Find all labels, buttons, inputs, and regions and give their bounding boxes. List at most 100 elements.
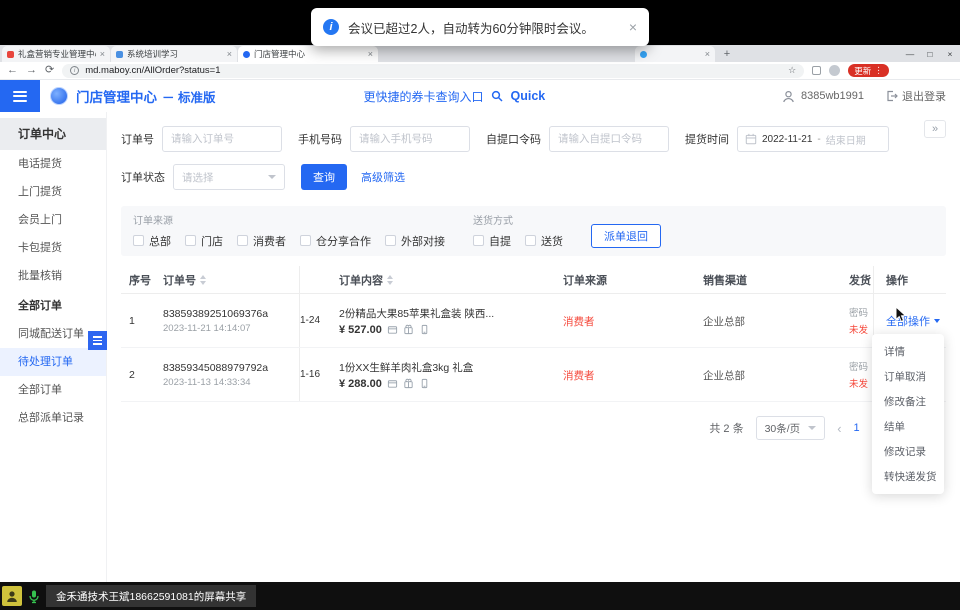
address-bar[interactable]: i md.maboy.cn/AllOrder?status=1 ☆ (62, 64, 804, 78)
minimize-icon[interactable]: — (900, 49, 920, 59)
advanced-filter-link[interactable]: 高级筛选 (361, 169, 405, 185)
browser-tab[interactable]: 系统培训学习 × (111, 46, 237, 62)
order-time: 2023-11-21 14:14:07 (163, 323, 299, 334)
order-status-select[interactable]: 请选择 (173, 164, 285, 190)
browser-tab[interactable]: 礼盒营销专业管理中心 × (2, 46, 110, 62)
calendar-icon (745, 133, 757, 145)
profile-avatar[interactable] (829, 65, 840, 76)
site-info-icon[interactable]: i (70, 66, 79, 75)
sort-icon[interactable] (200, 275, 206, 285)
extensions-icon[interactable] (812, 66, 821, 75)
sales-channel-cell: 企业总部 (703, 366, 849, 384)
pickup-code-input[interactable] (549, 126, 669, 152)
consumer-tag: 消费者 (563, 316, 595, 328)
pickup-date-range[interactable]: 2022-11-21 - 结束日期 (737, 126, 889, 152)
tab-title: 门店管理中心 (254, 48, 364, 60)
order-no-input[interactable] (162, 126, 282, 152)
pickup-time-label: 提货时间 (685, 131, 729, 147)
checkbox-self-pickup[interactable]: 自提 (473, 233, 511, 249)
order-no-cell: 83859389251069376a 2023-11-21 14:14:07 (163, 308, 299, 334)
tab-close-icon[interactable]: × (368, 49, 373, 59)
tab-title: 礼盒营销专业管理中心 (18, 48, 96, 60)
sidebar-item-hq-dispatch-records[interactable]: 总部派单记录 (0, 404, 106, 432)
hamburger-menu-button[interactable] (0, 80, 40, 112)
username: 8385wb1991 (801, 90, 864, 102)
logout-button[interactable]: 退出登录 (886, 88, 946, 104)
browser-tab-active[interactable]: 门店管理中心 × (238, 46, 378, 62)
sidebar-item-batch-verify[interactable]: 批量核销 (0, 262, 106, 290)
dispatch-return-button[interactable]: 派单退回 (591, 224, 661, 248)
prev-page-button[interactable]: ‹ (837, 421, 841, 436)
quick-link[interactable]: Quick (511, 89, 546, 103)
sharer-avatar (2, 586, 22, 606)
order-content-cell: 2份精品大果85苹果礼盒装 陕西... ¥ 527.00 (339, 306, 563, 336)
sidebar-collapse-handle[interactable] (88, 331, 107, 350)
menu-item-edit-remark[interactable]: 修改备注 (872, 389, 944, 414)
sidebar-header-order-center[interactable]: 订单中心 (0, 118, 106, 150)
phone-input[interactable] (350, 126, 470, 152)
delivery-method-options: 自提 送货 (473, 233, 563, 248)
new-tab-button[interactable]: + (719, 46, 735, 62)
sidebar-section-all-orders[interactable]: 全部订单 (0, 292, 106, 320)
checkbox-icon (473, 235, 484, 246)
window-close-icon[interactable]: × (940, 49, 960, 59)
order-number: 83859389251069376a (163, 308, 299, 320)
chevron-down-icon (808, 426, 816, 430)
maximize-icon[interactable]: □ (920, 49, 940, 59)
toast-close-icon[interactable]: × (629, 19, 637, 35)
sidebar-item-member-visit[interactable]: 会员上门 (0, 206, 106, 234)
menu-item-close-order[interactable]: 结单 (872, 414, 944, 439)
back-icon[interactable]: ← (7, 65, 18, 76)
sidebar-item-pending-orders[interactable]: 待处理订单 (0, 348, 106, 376)
price-row: ¥ 527.00 (339, 324, 553, 336)
logout-icon (886, 90, 898, 102)
checkbox-icon (185, 235, 196, 246)
header-sales-channel: 销售渠道 (703, 272, 849, 288)
order-content-cell: 1份XX生鲜羊肉礼盒3kg 礼盒 ¥ 288.00 (339, 360, 563, 390)
sort-icon[interactable] (387, 275, 393, 285)
date-fragment: 1-24 (300, 315, 320, 326)
forward-icon[interactable]: → (26, 65, 37, 76)
header-order-no[interactable]: 订单号 (163, 272, 299, 288)
total-count: 共 2 条 (709, 420, 743, 436)
checkbox-source-share-coop[interactable]: 仓分享合作 (300, 233, 371, 249)
order-source-group-label: 订单来源 (133, 212, 445, 227)
channel-text: 企业总部 (703, 370, 745, 382)
tab-close-icon[interactable]: × (227, 49, 232, 59)
checkbox-source-external[interactable]: 外部对接 (385, 233, 445, 249)
info-icon: i (323, 19, 339, 35)
page-size-select[interactable]: 30条/页 (756, 416, 826, 440)
menu-item-edit-history[interactable]: 修改记录 (872, 439, 944, 464)
panel-collapse-button[interactable]: » (924, 120, 946, 138)
checkbox-label: 门店 (201, 233, 223, 249)
checkbox-delivery[interactable]: 送货 (525, 233, 563, 249)
chevron-down-icon (268, 175, 276, 179)
header-order-content[interactable]: 订单内容 (339, 272, 563, 288)
coupon-query-link[interactable]: 更快捷的券卡查询入口 (363, 88, 483, 105)
menu-item-cancel-order[interactable]: 订单取消 (872, 364, 944, 389)
tab-close-icon[interactable]: × (705, 49, 710, 59)
menu-item-detail[interactable]: 详情 (872, 339, 944, 364)
menu-item-express-ship[interactable]: 转快递发货 (872, 464, 944, 489)
tab-title: 系统培训学习 (127, 48, 223, 60)
sidebar-item-phone-pickup[interactable]: 电话提货 (0, 150, 106, 178)
sidebar-item-card-pickup[interactable]: 卡包提货 (0, 234, 106, 262)
sidebar-item-all-orders[interactable]: 全部订单 (0, 376, 106, 404)
search-button[interactable]: 查询 (301, 164, 347, 190)
page-number[interactable]: 1 (854, 422, 860, 434)
browser-tab[interactable]: × (635, 46, 715, 62)
ship-status-cell: 密码 未发 (849, 305, 873, 336)
sales-channel-cell: 企业总部 (703, 312, 849, 330)
ship-status-line2: 未发 (849, 322, 873, 336)
checkbox-source-store[interactable]: 门店 (185, 233, 223, 249)
order-source-options: 总部 门店 消费者 仓分享合作 外部对接 (133, 233, 445, 248)
tab-close-icon[interactable]: × (100, 49, 105, 59)
package-icon (387, 378, 398, 389)
checkbox-label: 总部 (149, 233, 171, 249)
checkbox-source-hq[interactable]: 总部 (133, 233, 171, 249)
checkbox-source-consumer[interactable]: 消费者 (237, 233, 286, 249)
bookmark-icon[interactable]: ☆ (788, 65, 796, 76)
sidebar-item-door-pickup[interactable]: 上门提货 (0, 178, 106, 206)
reload-icon[interactable]: ⟳ (45, 65, 54, 76)
update-button[interactable]: 更新 ⋮ (848, 64, 889, 77)
